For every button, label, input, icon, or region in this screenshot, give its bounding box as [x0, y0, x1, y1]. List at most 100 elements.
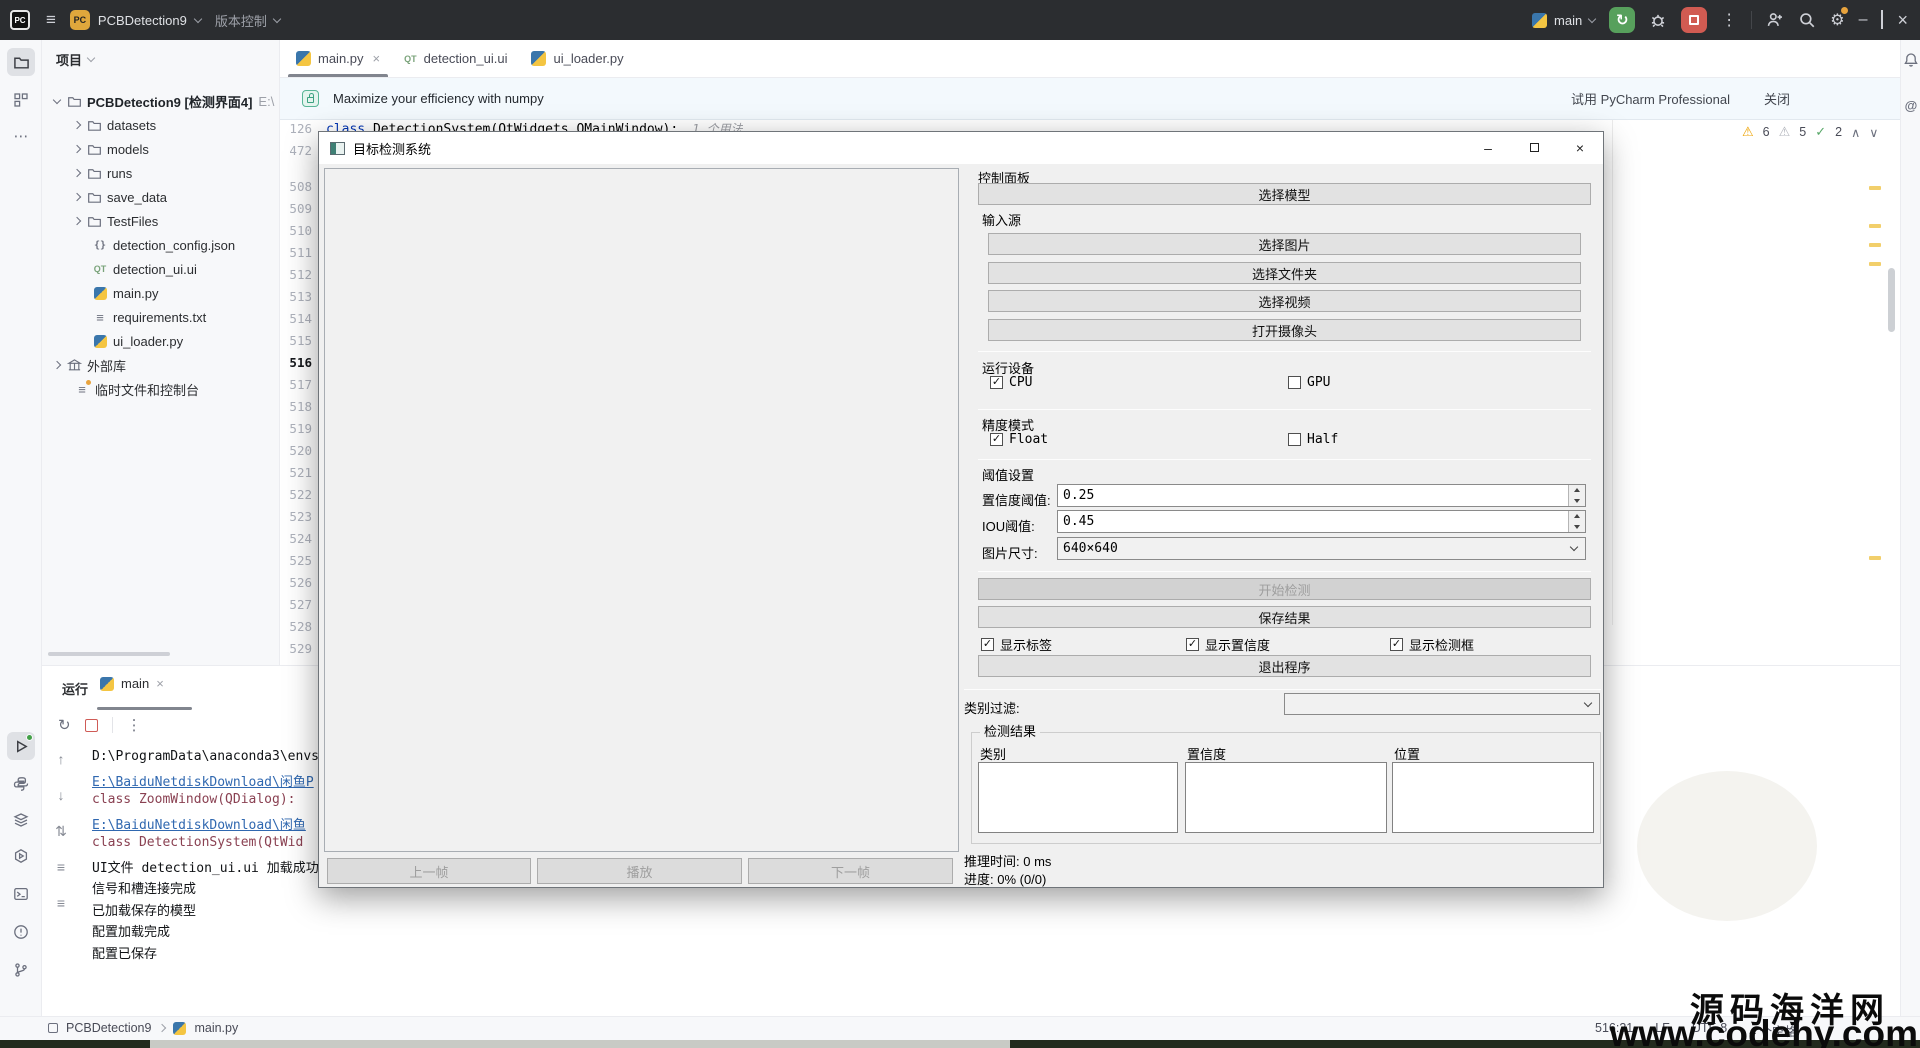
- code-with-me-button[interactable]: [1766, 11, 1784, 29]
- line-number[interactable]: 508: [280, 176, 312, 198]
- confidence-list[interactable]: [1185, 762, 1387, 833]
- gpu-checkbox[interactable]: GPU: [1288, 375, 1330, 390]
- prev-frame-button[interactable]: 上一帧: [327, 858, 531, 884]
- class-list[interactable]: [978, 762, 1178, 833]
- tab-main-py[interactable]: main.py ×: [284, 40, 392, 77]
- breadcrumb-file[interactable]: main.py: [194, 1021, 238, 1035]
- tab-ui-loader[interactable]: ui_loader.py: [519, 40, 635, 77]
- select-model-button[interactable]: 选择模型: [978, 183, 1591, 205]
- stop-icon[interactable]: [85, 719, 98, 732]
- scroll-up-icon[interactable]: ↑: [52, 751, 70, 767]
- close-tab-icon[interactable]: ×: [156, 676, 164, 691]
- tree-item-project-root[interactable]: PCBDetection9 [检测界面4] E:\: [54, 90, 274, 112]
- line-number[interactable]: 513: [280, 286, 312, 308]
- dialog-minimize-button[interactable]: –: [1465, 132, 1511, 163]
- show-confidence-checkbox[interactable]: ✓ 显示置信度: [1186, 635, 1270, 654]
- spinner-arrows[interactable]: [1568, 485, 1585, 506]
- python-console-button[interactable]: [7, 770, 35, 798]
- terminal-tool-button[interactable]: [7, 880, 35, 908]
- line-number[interactable]: 525: [280, 550, 312, 572]
- tree-item-requirements[interactable]: ≡ requirements.txt: [86, 306, 206, 328]
- save-results-button[interactable]: 保存结果: [978, 606, 1591, 628]
- inspections-widget[interactable]: ⚠ 6 ⚠ 5 ✓ 2 ∧ ∨: [1742, 124, 1878, 140]
- image-size-combobox[interactable]: 640×640: [1057, 537, 1586, 560]
- line-number[interactable]: 514: [280, 308, 312, 330]
- horizontal-scrollbar[interactable]: [48, 652, 170, 656]
- clear-console-icon[interactable]: ≡: [52, 895, 70, 911]
- open-camera-button[interactable]: 打开摄像头: [988, 319, 1581, 341]
- select-folder-button[interactable]: 选择文件夹: [988, 262, 1581, 284]
- error-stripe-mark[interactable]: [1869, 556, 1881, 560]
- tree-item-ui-loader[interactable]: ui_loader.py: [86, 330, 183, 352]
- show-box-checkbox[interactable]: ✓ 显示检测框: [1390, 635, 1474, 654]
- main-menu-button[interactable]: ≡: [46, 10, 56, 30]
- tree-item-external-libraries[interactable]: 外部库: [54, 354, 126, 376]
- float-checkbox[interactable]: ✓ Float: [990, 432, 1048, 447]
- editor-scrollbar[interactable]: [1888, 268, 1895, 332]
- breadcrumb-project[interactable]: PCBDetection9: [66, 1021, 151, 1035]
- half-checkbox[interactable]: Half: [1288, 432, 1338, 447]
- line-number[interactable]: 472: [280, 140, 312, 162]
- line-number[interactable]: 524: [280, 528, 312, 550]
- line-number[interactable]: 512: [280, 264, 312, 286]
- problems-tool-button[interactable]: [7, 918, 35, 946]
- line-number[interactable]: 510: [280, 220, 312, 242]
- show-label-checkbox[interactable]: ✓ 显示标签: [981, 635, 1052, 654]
- line-number[interactable]: 521: [280, 462, 312, 484]
- spinner-arrows[interactable]: [1568, 511, 1585, 532]
- git-branch-button[interactable]: [7, 956, 35, 984]
- tree-item-scratches[interactable]: ≡ 临时文件和控制台: [68, 378, 199, 400]
- error-stripe-mark[interactable]: [1869, 262, 1881, 266]
- iou-spinbox[interactable]: 0.45: [1057, 510, 1586, 533]
- prev-problem-button[interactable]: ∧: [1851, 125, 1860, 140]
- stop-button[interactable]: [1681, 7, 1707, 33]
- dialog-maximize-button[interactable]: [1511, 132, 1557, 163]
- scroll-down-icon[interactable]: ↓: [52, 787, 70, 803]
- line-number[interactable]: 529: [280, 638, 312, 660]
- rerun-icon[interactable]: ↻: [58, 716, 71, 734]
- line-number[interactable]: 515: [280, 330, 312, 352]
- services-hexagon-button[interactable]: [7, 842, 35, 870]
- settings-button[interactable]: ⚙: [1830, 10, 1844, 30]
- tab-detection-ui[interactable]: QT detection_ui.ui: [392, 40, 519, 77]
- line-number[interactable]: 526: [280, 572, 312, 594]
- line-number[interactable]: 528: [280, 616, 312, 638]
- window-close-button[interactable]: ×: [1897, 10, 1908, 31]
- breadcrumb[interactable]: PCBDetection9 main.py: [48, 1021, 238, 1035]
- class-filter-combobox[interactable]: [1284, 693, 1600, 715]
- next-frame-button[interactable]: 下一帧: [748, 858, 953, 884]
- line-number[interactable]: 511: [280, 242, 312, 264]
- more-actions-button[interactable]: ⋮: [1721, 10, 1737, 30]
- line-number[interactable]: 520: [280, 440, 312, 462]
- position-list[interactable]: [1392, 762, 1594, 833]
- tree-item-models[interactable]: models: [74, 138, 149, 160]
- dialog-title-bar[interactable]: 目标检测系统: [319, 132, 1603, 164]
- structure-tool-button[interactable]: [7, 86, 35, 114]
- tree-item-save-data[interactable]: save_data: [74, 186, 167, 208]
- line-number[interactable]: 509: [280, 198, 312, 220]
- sort-icon[interactable]: ⇅: [52, 823, 70, 840]
- line-number[interactable]: 527: [280, 594, 312, 616]
- cpu-checkbox[interactable]: ✓ CPU: [990, 375, 1032, 390]
- next-problem-button[interactable]: ∨: [1869, 125, 1878, 140]
- window-minimize-button[interactable]: –: [1859, 11, 1868, 29]
- project-widget[interactable]: PC PCBDetection9: [70, 10, 201, 30]
- debug-button[interactable]: [1649, 11, 1667, 29]
- project-panel-header[interactable]: 项目: [56, 50, 94, 69]
- line-number[interactable]: 518: [280, 396, 312, 418]
- notifications-bell-button[interactable]: [1901, 52, 1920, 68]
- tree-item-main-py[interactable]: main.py: [86, 282, 159, 304]
- more-options-icon[interactable]: ⋮: [127, 716, 142, 734]
- ai-assistant-button[interactable]: @: [1901, 98, 1920, 113]
- dialog-close-button[interactable]: ×: [1557, 132, 1603, 163]
- start-detect-button[interactable]: 开始检测: [978, 578, 1591, 600]
- run-tool-button[interactable]: [7, 732, 35, 760]
- confidence-spinbox[interactable]: 0.25: [1057, 484, 1586, 507]
- window-maximize-button[interactable]: [1881, 11, 1883, 29]
- try-professional-link[interactable]: 试用 PyCharm Professional: [1571, 89, 1730, 108]
- play-button[interactable]: 播放: [537, 858, 742, 884]
- run-config-selector[interactable]: main: [1532, 13, 1595, 28]
- editor-code-line[interactable]: class DetectionSystem(QtWidgets.QMainWin…: [326, 120, 743, 131]
- search-everywhere-button[interactable]: [1798, 11, 1816, 29]
- rerun-button[interactable]: ↻: [1609, 7, 1635, 33]
